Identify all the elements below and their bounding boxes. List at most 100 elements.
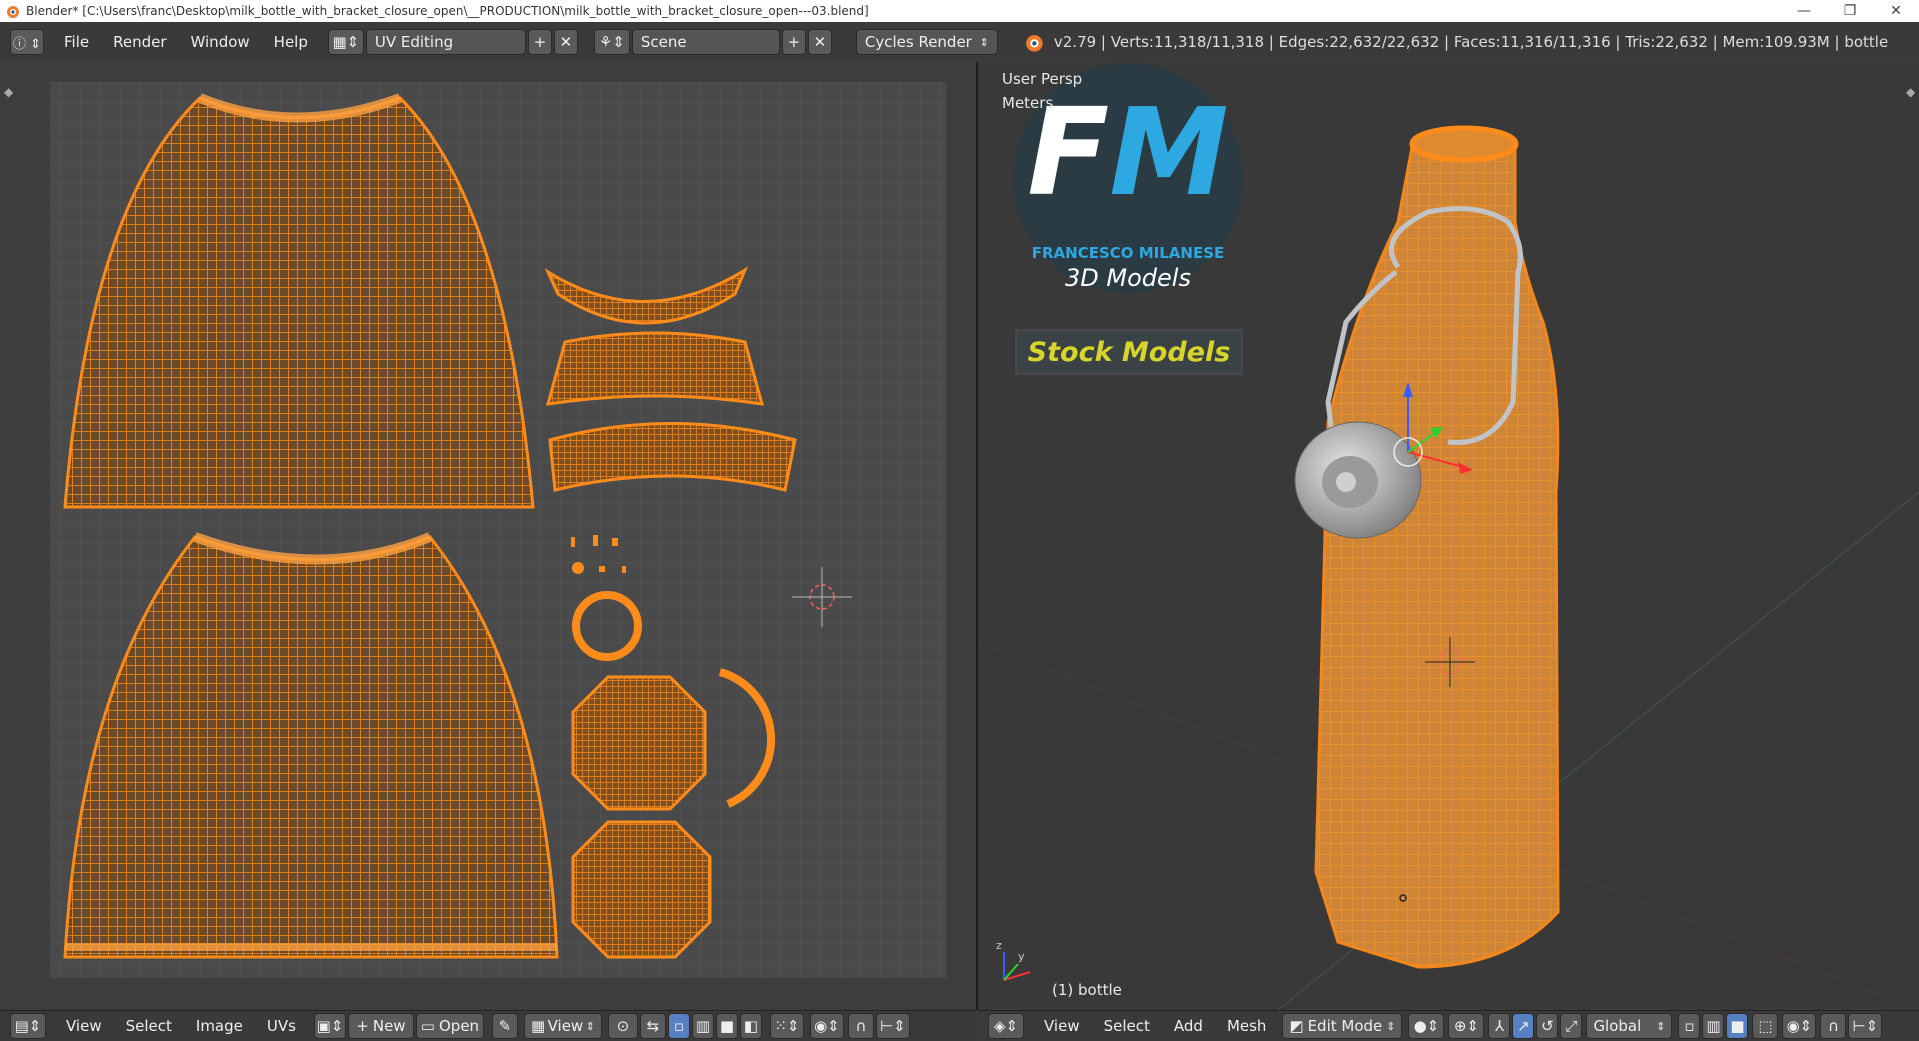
snap-button[interactable]: ∩ bbox=[1820, 1013, 1847, 1039]
editor-type-info-button[interactable]: ⓘ ⇕ bbox=[10, 29, 44, 55]
menu-help[interactable]: Help bbox=[262, 33, 320, 51]
x-icon: ✕ bbox=[813, 33, 827, 51]
svg-text:z: z bbox=[996, 939, 1002, 952]
sync-selection-button[interactable]: ⇆ bbox=[639, 1013, 666, 1039]
render-engine-value: Cycles Render bbox=[864, 33, 972, 51]
view-menu-mesh[interactable]: Mesh bbox=[1215, 1017, 1279, 1035]
open-image-button[interactable]: ▭ Open bbox=[415, 1013, 484, 1039]
proportional-icon: ◉⇕ bbox=[1786, 1017, 1813, 1035]
viewport-canvas[interactable]: z y FM FRANCESCO MILANESE 3D Models Stoc… bbox=[977, 62, 1919, 1011]
view-menu-view[interactable]: View bbox=[1032, 1017, 1092, 1035]
edge-select-button[interactable]: ▥ bbox=[1702, 1013, 1725, 1039]
edge-icon: ▥ bbox=[1706, 1017, 1721, 1035]
edge-select-button[interactable]: ▥ bbox=[691, 1013, 714, 1039]
transform-orientation-select[interactable]: Global ⇕ bbox=[1586, 1013, 1673, 1039]
units-label: Meters bbox=[1002, 94, 1054, 112]
add-scene-button[interactable]: + bbox=[781, 29, 806, 55]
snap-button[interactable]: ∩ bbox=[847, 1013, 874, 1039]
uv-island[interactable] bbox=[545, 331, 765, 406]
close-button[interactable]: ✕ bbox=[1873, 0, 1919, 22]
image-icon: ▣⇕ bbox=[316, 1017, 344, 1035]
view-menu-add[interactable]: Add bbox=[1162, 1017, 1215, 1035]
translate-manipulator[interactable]: ↗ bbox=[1512, 1013, 1535, 1039]
editor-type-button[interactable]: ◈⇕ bbox=[988, 1013, 1024, 1039]
screen-layout-browse-button[interactable]: ▦⇕ bbox=[327, 29, 364, 55]
minimize-button[interactable]: — bbox=[1781, 0, 1827, 22]
window-title: Blender* [C:\Users\franc\Desktop\milk_bo… bbox=[26, 4, 869, 18]
pivot-icon: ⊕⇕ bbox=[1453, 1017, 1479, 1035]
face-select-button[interactable]: ■ bbox=[1726, 1013, 1749, 1039]
maximize-button[interactable]: ❐ bbox=[1827, 0, 1873, 22]
viewport-header: ◈⇕ View Select Add Mesh ◩ Edit Mode ⇕ ●⇕ ⊕… bbox=[978, 1010, 1919, 1041]
pivot-button[interactable]: ⊕⇕ bbox=[1448, 1013, 1485, 1039]
expand-arrow-icon[interactable]: ◆ bbox=[1906, 85, 1916, 99]
proportional-edit-button[interactable]: ◉⇕ bbox=[1782, 1013, 1817, 1039]
image-browse-button[interactable]: ▣⇕ bbox=[313, 1013, 346, 1039]
scale-manipulator[interactable]: ⤢ bbox=[1560, 1013, 1583, 1039]
uv-editor[interactable]: ◆ bbox=[0, 62, 976, 1010]
layout-icon: ▦⇕ bbox=[332, 33, 360, 51]
open-image-label: Open bbox=[438, 1017, 480, 1035]
delete-scene-button[interactable]: ✕ bbox=[807, 29, 832, 55]
screen-layout-field[interactable]: UV Editing bbox=[365, 29, 526, 55]
scene-name: Scene bbox=[640, 33, 687, 51]
proportional-icon: ◉⇕ bbox=[814, 1017, 840, 1035]
interaction-mode-select[interactable]: ◩ Edit Mode ⇕ bbox=[1282, 1013, 1403, 1039]
occlude-icon: ⬚ bbox=[1758, 1017, 1773, 1035]
new-image-button[interactable]: + New bbox=[347, 1013, 414, 1039]
interaction-mode-label: Edit Mode bbox=[1307, 1017, 1383, 1035]
uv-menu-select[interactable]: Select bbox=[114, 1017, 184, 1035]
menu-window[interactable]: Window bbox=[179, 33, 262, 51]
shading-button[interactable]: ●⇕ bbox=[1408, 1013, 1445, 1039]
menu-render[interactable]: Render bbox=[101, 33, 178, 51]
proportional-edit-button[interactable]: ◉⇕ bbox=[809, 1013, 844, 1039]
active-object-label: (1) bottle bbox=[1052, 981, 1122, 999]
uv-island[interactable] bbox=[612, 538, 618, 546]
uv-menu-uvs[interactable]: UVs bbox=[255, 1017, 308, 1035]
uv-menu-image[interactable]: Image bbox=[184, 1017, 255, 1035]
rotate-manipulator[interactable]: ↺ bbox=[1536, 1013, 1559, 1039]
uv-island[interactable] bbox=[622, 566, 626, 573]
expand-arrow-icon[interactable]: ◆ bbox=[4, 85, 14, 99]
svg-text:y: y bbox=[1018, 950, 1025, 963]
vertex-select-button[interactable]: ▫ bbox=[1678, 1013, 1701, 1039]
view-menu-select[interactable]: Select bbox=[1092, 1017, 1162, 1035]
pivot-icon: ⊙ bbox=[616, 1017, 630, 1035]
3d-viewport[interactable]: z y FM FRANCESCO MILANESE 3D Models Stoc… bbox=[977, 62, 1919, 1011]
add-layout-button[interactable]: + bbox=[527, 29, 552, 55]
face-select-button[interactable]: ■ bbox=[715, 1013, 738, 1039]
uv-island[interactable] bbox=[593, 535, 598, 546]
occlude-geometry-button[interactable]: ⬚ bbox=[1752, 1013, 1779, 1039]
snap-element-button[interactable]: ⊢⇕ bbox=[1848, 1013, 1883, 1039]
mode-select[interactable]: ▦ View ⇕ bbox=[523, 1013, 602, 1039]
delete-layout-button[interactable]: ✕ bbox=[553, 29, 578, 55]
render-engine-select[interactable]: Cycles Render ⇕ bbox=[855, 29, 998, 55]
pivot-button[interactable]: ⊙ bbox=[607, 1013, 638, 1039]
uv-island[interactable] bbox=[599, 566, 605, 572]
chevron-updown-icon: ⇕ bbox=[585, 1019, 595, 1033]
chevron-updown-icon: ⇕ bbox=[1386, 1019, 1396, 1033]
vertex-select-button[interactable]: ▫ bbox=[667, 1013, 690, 1039]
editor-type-button[interactable]: ▤⇕ bbox=[10, 1013, 46, 1039]
sticky-select-button[interactable]: ⁙⇕ bbox=[769, 1013, 804, 1039]
title-bar: Blender* [C:\Users\franc\Desktop\milk_bo… bbox=[0, 0, 1919, 22]
uv-island[interactable] bbox=[571, 537, 575, 547]
scene-field[interactable]: Scene bbox=[631, 29, 780, 55]
snap-element-button[interactable]: ⊢⇕ bbox=[875, 1013, 910, 1039]
info-header: ⓘ ⇕ File Render Window Help ▦⇕ UV Editin… bbox=[0, 22, 1919, 63]
uv-island[interactable] bbox=[571, 820, 712, 959]
uv-island[interactable] bbox=[572, 562, 584, 574]
pin-button[interactable]: ✎ bbox=[491, 1013, 518, 1039]
face-icon: ■ bbox=[719, 1017, 735, 1035]
face-icon: ■ bbox=[1730, 1017, 1745, 1035]
scene-browse-button[interactable]: ⚘⇕ bbox=[593, 29, 630, 55]
manipulator-toggle[interactable]: ⅄ bbox=[1488, 1013, 1511, 1039]
blender-logo-icon bbox=[7, 6, 19, 18]
orientation-label: Global bbox=[1593, 1017, 1642, 1035]
3d-view-icon: ◈⇕ bbox=[993, 1017, 1019, 1035]
menu-file[interactable]: File bbox=[52, 33, 101, 51]
uv-menu-view[interactable]: View bbox=[54, 1017, 114, 1035]
island-select-button[interactable]: ◧ bbox=[739, 1013, 762, 1039]
uv-island[interactable] bbox=[571, 675, 707, 811]
uv-canvas[interactable]: ◆ bbox=[0, 62, 976, 1010]
